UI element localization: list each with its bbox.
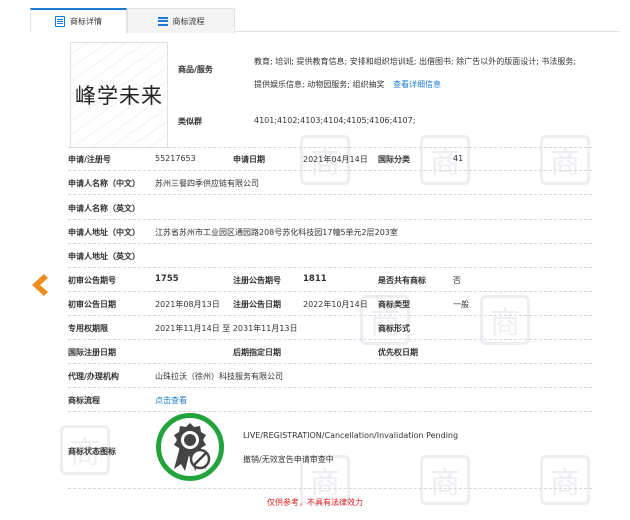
reg-no: 55217653 bbox=[155, 154, 196, 163]
tab-trademark-flow[interactable]: 商标流程 bbox=[127, 8, 235, 33]
intl-class: 41 bbox=[453, 154, 464, 163]
type-label: 商标类型 bbox=[378, 300, 410, 309]
intl-class-label: 国际分类 bbox=[378, 155, 410, 164]
reg-notice-date-label: 注册公告日期 bbox=[233, 300, 281, 309]
trademark-logo: 峰学未来 bbox=[70, 42, 168, 148]
similar-group-value: 4101;4102;4103;4104;4105;4106;4107; bbox=[254, 116, 416, 125]
tab-label: 商标详情 bbox=[70, 16, 102, 26]
prelim-date-label: 初审公告日期 bbox=[68, 300, 116, 309]
tab-label: 商标流程 bbox=[172, 16, 205, 26]
agent-label: 代理/办理机构 bbox=[68, 372, 119, 381]
applicant-en-label: 申请人名称（英文） bbox=[68, 204, 140, 213]
prelim-date: 2021年08月13日 bbox=[155, 300, 220, 309]
trademark-logo-text: 峰学未来 bbox=[75, 84, 163, 108]
prelim-no-label: 初审公告期号 bbox=[68, 276, 116, 285]
priority-label: 优先权日期 bbox=[378, 348, 418, 357]
apply-date-label: 申请日期 bbox=[233, 155, 265, 164]
agent: 山珠拉沃（徐州）科技服务有限公司 bbox=[155, 372, 283, 381]
address-en-label: 申请人地址（英文） bbox=[68, 252, 140, 261]
chevron-left-icon[interactable] bbox=[28, 272, 50, 298]
applicant-cn: 苏州三餐四季供应链有限公司 bbox=[155, 179, 259, 188]
type: 一般 bbox=[453, 300, 469, 309]
reg-no-label: 申请/注册号 bbox=[68, 155, 111, 164]
flow-link[interactable]: 点击查看 bbox=[155, 395, 187, 406]
tab-bar: 商标详情 商标流程 bbox=[30, 8, 620, 33]
watermark-tile: 商 bbox=[480, 295, 530, 345]
goods-services: 教育; 培训; 提供教育信息; 安排和组织培训班; 出借图书; 除广告以外的版面… bbox=[254, 50, 584, 96]
revoked-award-icon bbox=[174, 423, 211, 471]
exclusive-period: 2021年11月14日 至 2031年11月13日 bbox=[155, 324, 298, 333]
shared-label: 是否共有商标 bbox=[378, 276, 426, 285]
reg-notice-date: 2022年10月14日 bbox=[303, 300, 368, 309]
status-icon-label: 商标状态图标 bbox=[68, 447, 116, 456]
shared: 否 bbox=[453, 276, 461, 285]
prelim-no: 1755 bbox=[155, 274, 179, 284]
disclaimer: 仅供参考，不具有法律效力 bbox=[267, 498, 363, 507]
status-en: LIVE/REGISTRATION/Cancellation/Invalidat… bbox=[243, 431, 459, 440]
document-icon bbox=[55, 15, 65, 27]
flow-label: 商标流程 bbox=[68, 396, 100, 405]
form-label: 商标形式 bbox=[378, 324, 410, 333]
exclusive-label: 专用权期限 bbox=[68, 324, 108, 333]
similar-group-label: 类似群 bbox=[178, 117, 202, 126]
address-cn: 江苏省苏州市工业园区通园路208号苏化科技园17幢5单元2层203室 bbox=[155, 228, 398, 237]
reg-notice-no-label: 注册公告期号 bbox=[233, 276, 281, 285]
intl-reg-date-label: 国际注册日期 bbox=[68, 348, 116, 357]
goods-label: 商品/服务 bbox=[178, 65, 213, 74]
tab-trademark-details[interactable]: 商标详情 bbox=[30, 8, 127, 33]
view-details-link[interactable]: 查看详细信息 bbox=[393, 80, 441, 89]
watermark-tile: 商 bbox=[540, 135, 590, 185]
later-date-label: 后期指定日期 bbox=[233, 348, 281, 357]
applicant-cn-label: 申请人名称（中文） bbox=[68, 179, 140, 188]
address-cn-label: 申请人地址（中文） bbox=[68, 228, 140, 237]
reg-notice-no: 1811 bbox=[303, 274, 327, 284]
list-icon bbox=[157, 16, 168, 26]
apply-date: 2021年04月14日 bbox=[303, 155, 368, 164]
status-cn: 撤销/无效宣告申请审查中 bbox=[243, 455, 334, 464]
status-badge bbox=[156, 413, 224, 481]
